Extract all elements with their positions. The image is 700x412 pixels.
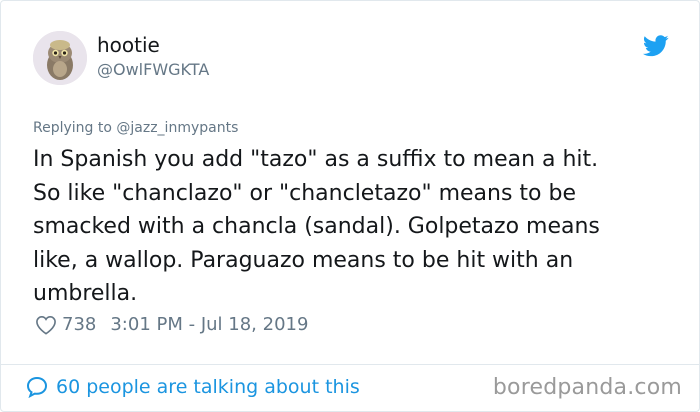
like-count[interactable]: 738: [62, 314, 96, 335]
talking-about-link[interactable]: 60 people are talking about this: [25, 375, 360, 399]
tweet-meta: 738 3:01 PM - Jul 18, 2019: [35, 314, 308, 335]
user-info: hootie @OwlFWGKTA: [97, 33, 209, 81]
owl-avatar-icon[interactable]: [33, 31, 87, 85]
user-handle[interactable]: @OwlFWGKTA: [97, 59, 209, 81]
tweet-card: hootie @OwlFWGKTA Replying to @jazz_inmy…: [0, 0, 700, 412]
tweet-text: In Spanish you add "tazo" as a suffix to…: [33, 147, 600, 306]
display-name[interactable]: hootie: [97, 33, 209, 57]
replying-to: Replying to @jazz_inmypants: [33, 120, 238, 136]
reply-mention-link[interactable]: @jazz_inmypants: [116, 120, 238, 136]
footer-divider: [1, 364, 699, 365]
twitter-bird-icon[interactable]: [643, 35, 669, 57]
speech-bubble-icon: [26, 376, 48, 399]
boredpanda-watermark: boredpanda.com: [492, 375, 682, 400]
timestamp-link[interactable]: 3:01 PM - Jul 18, 2019: [110, 314, 308, 335]
tweet-header: hootie @OwlFWGKTA: [33, 31, 673, 91]
replying-prefix: Replying to: [33, 120, 117, 136]
heart-icon[interactable]: [35, 315, 57, 335]
talking-about-text: 60 people are talking about this: [56, 376, 360, 398]
